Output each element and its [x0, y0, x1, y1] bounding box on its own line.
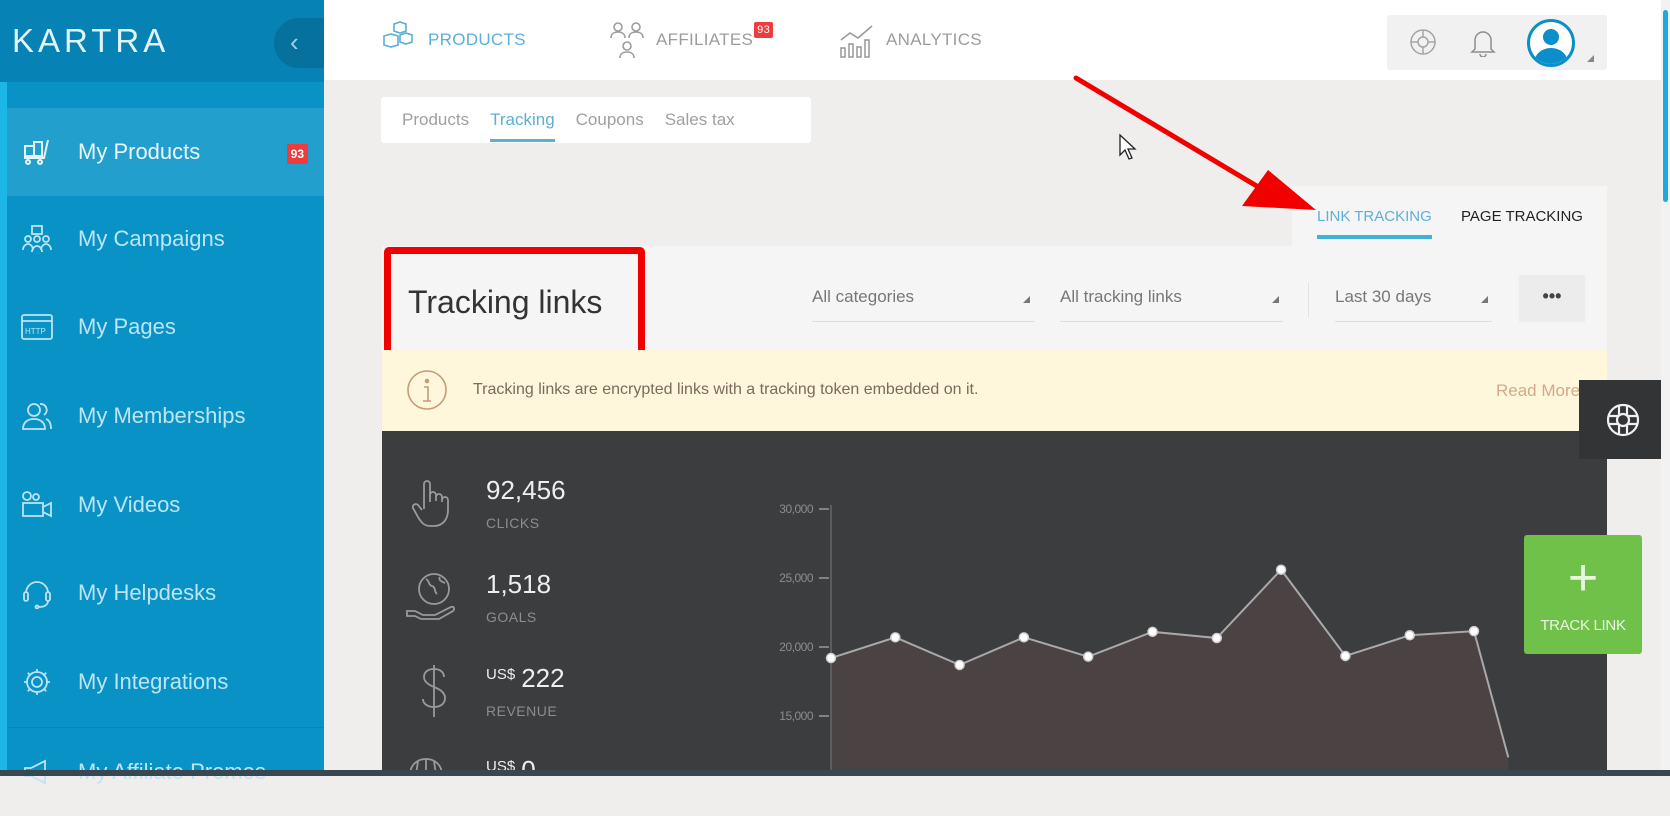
lifebuoy-icon [1606, 403, 1640, 437]
chart-data-point[interactable] [890, 632, 901, 643]
scrollbar-thumb[interactable] [1663, 10, 1668, 202]
chart-data-point[interactable] [825, 652, 837, 664]
y-tick-label: 15,000 [779, 709, 814, 723]
y-tick-label: 20,000 [779, 640, 814, 654]
track-link-button[interactable]: + TRACK LINK [1524, 535, 1642, 654]
clicks-area-chart: 15,000 20,000 25,000 30,000 [779, 502, 1510, 770]
chart-data-point[interactable] [954, 659, 965, 671]
mouse-cursor-icon [1119, 133, 1137, 160]
chart-data-point[interactable] [1404, 630, 1415, 641]
chart-data-point[interactable] [1340, 650, 1351, 662]
chart-data-point[interactable] [1147, 626, 1158, 638]
support-side-button[interactable] [1579, 380, 1670, 459]
chart-data-point[interactable] [1082, 651, 1094, 662]
y-tick-label: 30,000 [779, 502, 814, 516]
chart-data-point[interactable] [1275, 564, 1287, 575]
y-tick-label: 25,000 [779, 571, 814, 585]
bottom-bar [0, 770, 1670, 776]
chart-data-point[interactable] [1211, 632, 1223, 644]
track-link-label: TRACK LINK [1540, 617, 1626, 634]
chart-area-fill [831, 569, 1509, 770]
plus-icon: + [1567, 549, 1599, 607]
chart-data-point[interactable] [1468, 625, 1480, 637]
page-scrollbar[interactable] [1661, 0, 1670, 776]
chart-data-point[interactable] [1018, 632, 1030, 643]
